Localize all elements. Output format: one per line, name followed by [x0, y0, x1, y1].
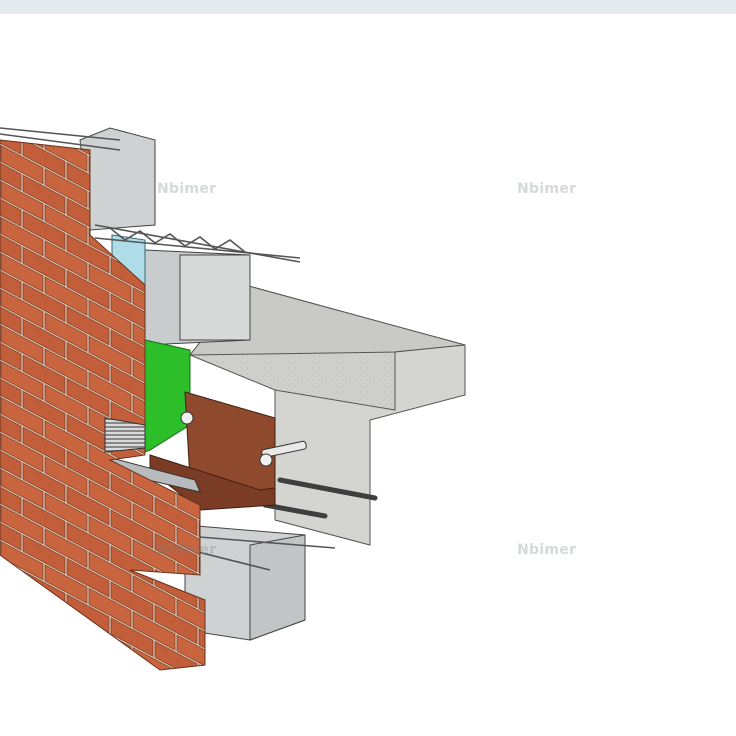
through-wall-flashing: [144, 339, 191, 453]
wall-section-diagram: [0, 127, 466, 671]
